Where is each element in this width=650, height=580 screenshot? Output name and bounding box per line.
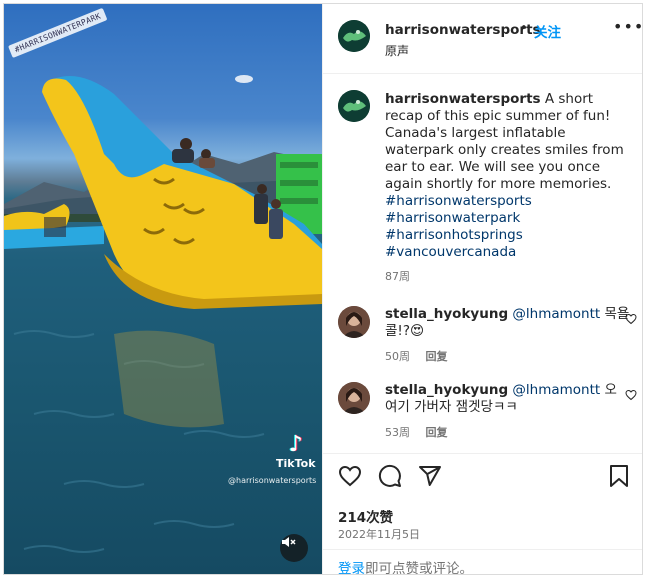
comment-mention[interactable]: @lhmamontt bbox=[512, 306, 600, 322]
login-link[interactable]: 登录 bbox=[338, 561, 365, 574]
caption-text: harrisonwatersports A short recap of thi… bbox=[385, 91, 630, 261]
waterpark-scene bbox=[4, 75, 322, 553]
mute-button[interactable] bbox=[280, 534, 308, 562]
like-comment-heart-icon[interactable] bbox=[625, 389, 637, 401]
post-actions: 214次赞 2022年11月5日 登录即可点赞或评论。 bbox=[323, 453, 642, 575]
comment-time[interactable]: 53周 bbox=[385, 426, 410, 439]
comments-section[interactable]: harrisonwatersports A short recap of thi… bbox=[323, 75, 642, 453]
hashtag-link[interactable]: #vancouvercanada bbox=[385, 244, 630, 261]
share-paper-plane-icon[interactable] bbox=[418, 464, 442, 488]
comment-username[interactable]: stella_hyokyung bbox=[385, 306, 508, 322]
profile-picture-icon bbox=[338, 20, 370, 52]
caption-meta: 87周 bbox=[385, 268, 422, 284]
hashtag-link[interactable]: #harrisonhotsprings bbox=[385, 227, 630, 244]
comment-mention[interactable]: @lhmamontt bbox=[512, 382, 600, 398]
post-date[interactable]: 2022年11月5日 bbox=[338, 526, 420, 542]
comment-time[interactable]: 50周 bbox=[385, 350, 410, 363]
post-header: harrisonwatersports • 关注 原声 ••• bbox=[323, 4, 642, 74]
instagram-post: #HARRISONWATERPARK ♪ TikTok @harrisonwat… bbox=[3, 3, 643, 575]
reply-button[interactable]: 回复 bbox=[426, 350, 448, 363]
header-username[interactable]: harrisonwatersports bbox=[385, 22, 541, 38]
like-count[interactable]: 214次赞 bbox=[338, 506, 393, 526]
avatar[interactable] bbox=[338, 20, 370, 52]
comment-bubble-icon[interactable] bbox=[378, 464, 402, 488]
comment-meta: 53周 回复 bbox=[385, 424, 460, 440]
comment-meta: 50周 回复 bbox=[385, 348, 460, 364]
tiktok-note-icon: ♪ bbox=[288, 432, 303, 457]
post-side-panel: harrisonwatersports • 关注 原声 ••• harrison… bbox=[322, 4, 642, 575]
comment-text: stella_hyokyung @lhmamontt 목욜콜!?😍 bbox=[385, 306, 630, 340]
original-audio-label[interactable]: 原声 bbox=[385, 42, 409, 59]
caption-username[interactable]: harrisonwatersports bbox=[385, 91, 541, 107]
login-prompt-text: 即可点赞或评论。 bbox=[365, 561, 473, 575]
like-heart-icon[interactable] bbox=[338, 464, 362, 488]
tiktok-username: @harrisonwatersports bbox=[228, 476, 317, 485]
avatar[interactable] bbox=[338, 90, 370, 122]
login-prompt: 登录即可点赞或评论。 bbox=[323, 549, 642, 575]
reply-button[interactable]: 回复 bbox=[426, 426, 448, 439]
profile-picture-icon bbox=[338, 306, 370, 338]
caption-time[interactable]: 87周 bbox=[385, 270, 410, 283]
speaker-muted-icon bbox=[282, 537, 296, 547]
save-bookmark-icon[interactable] bbox=[608, 464, 630, 488]
separator-dot: • bbox=[520, 21, 528, 36]
comment-text: stella_hyokyung @lhmamontt 오 여기 가버자 잼겟당ㅋ… bbox=[385, 382, 630, 416]
hashtag-link[interactable]: #harrisonwaterpark bbox=[385, 210, 630, 227]
avatar[interactable] bbox=[338, 306, 370, 338]
profile-picture-icon bbox=[338, 382, 370, 414]
tiktok-brand-label: TikTok bbox=[276, 457, 316, 470]
more-options-button[interactable]: ••• bbox=[613, 17, 642, 36]
hashtag-link[interactable]: #harrisonwatersports bbox=[385, 193, 630, 210]
avatar[interactable] bbox=[338, 382, 370, 414]
follow-button[interactable]: 关注 bbox=[534, 21, 561, 41]
post-video[interactable]: #HARRISONWATERPARK ♪ TikTok @harrisonwat… bbox=[4, 4, 322, 574]
like-comment-heart-icon[interactable] bbox=[625, 313, 637, 325]
tiktok-logo: ♪ TikTok bbox=[276, 432, 316, 471]
profile-picture-icon bbox=[338, 90, 370, 122]
comment-username[interactable]: stella_hyokyung bbox=[385, 382, 508, 398]
